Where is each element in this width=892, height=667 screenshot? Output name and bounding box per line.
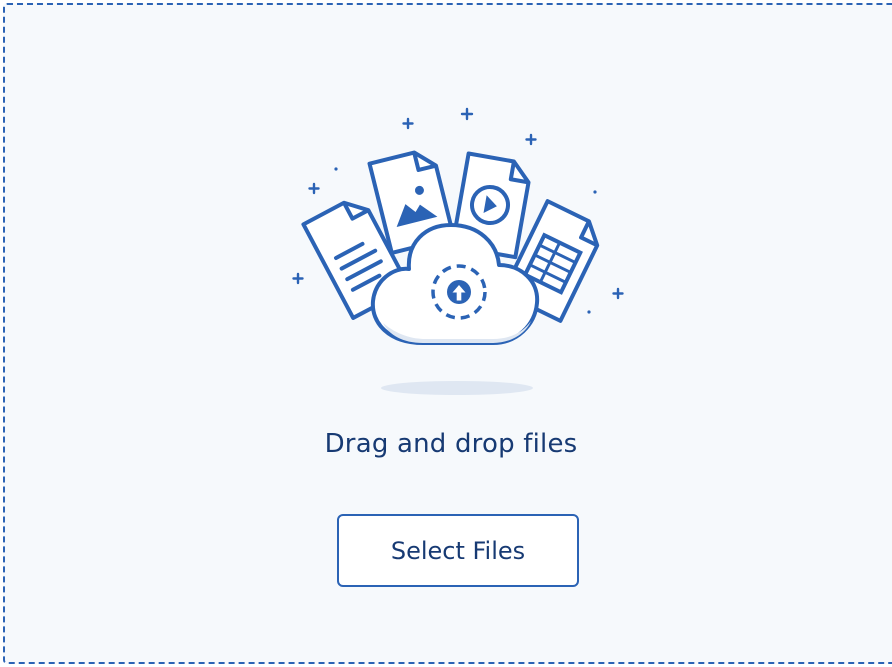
select-files-button[interactable]: Select Files xyxy=(337,514,579,587)
upload-illustration xyxy=(292,107,624,395)
file-drop-zone[interactable]: Drag and drop files Select Files xyxy=(3,3,892,664)
illustration-shadow xyxy=(381,381,533,395)
drag-drop-prompt: Drag and drop files xyxy=(324,429,578,459)
